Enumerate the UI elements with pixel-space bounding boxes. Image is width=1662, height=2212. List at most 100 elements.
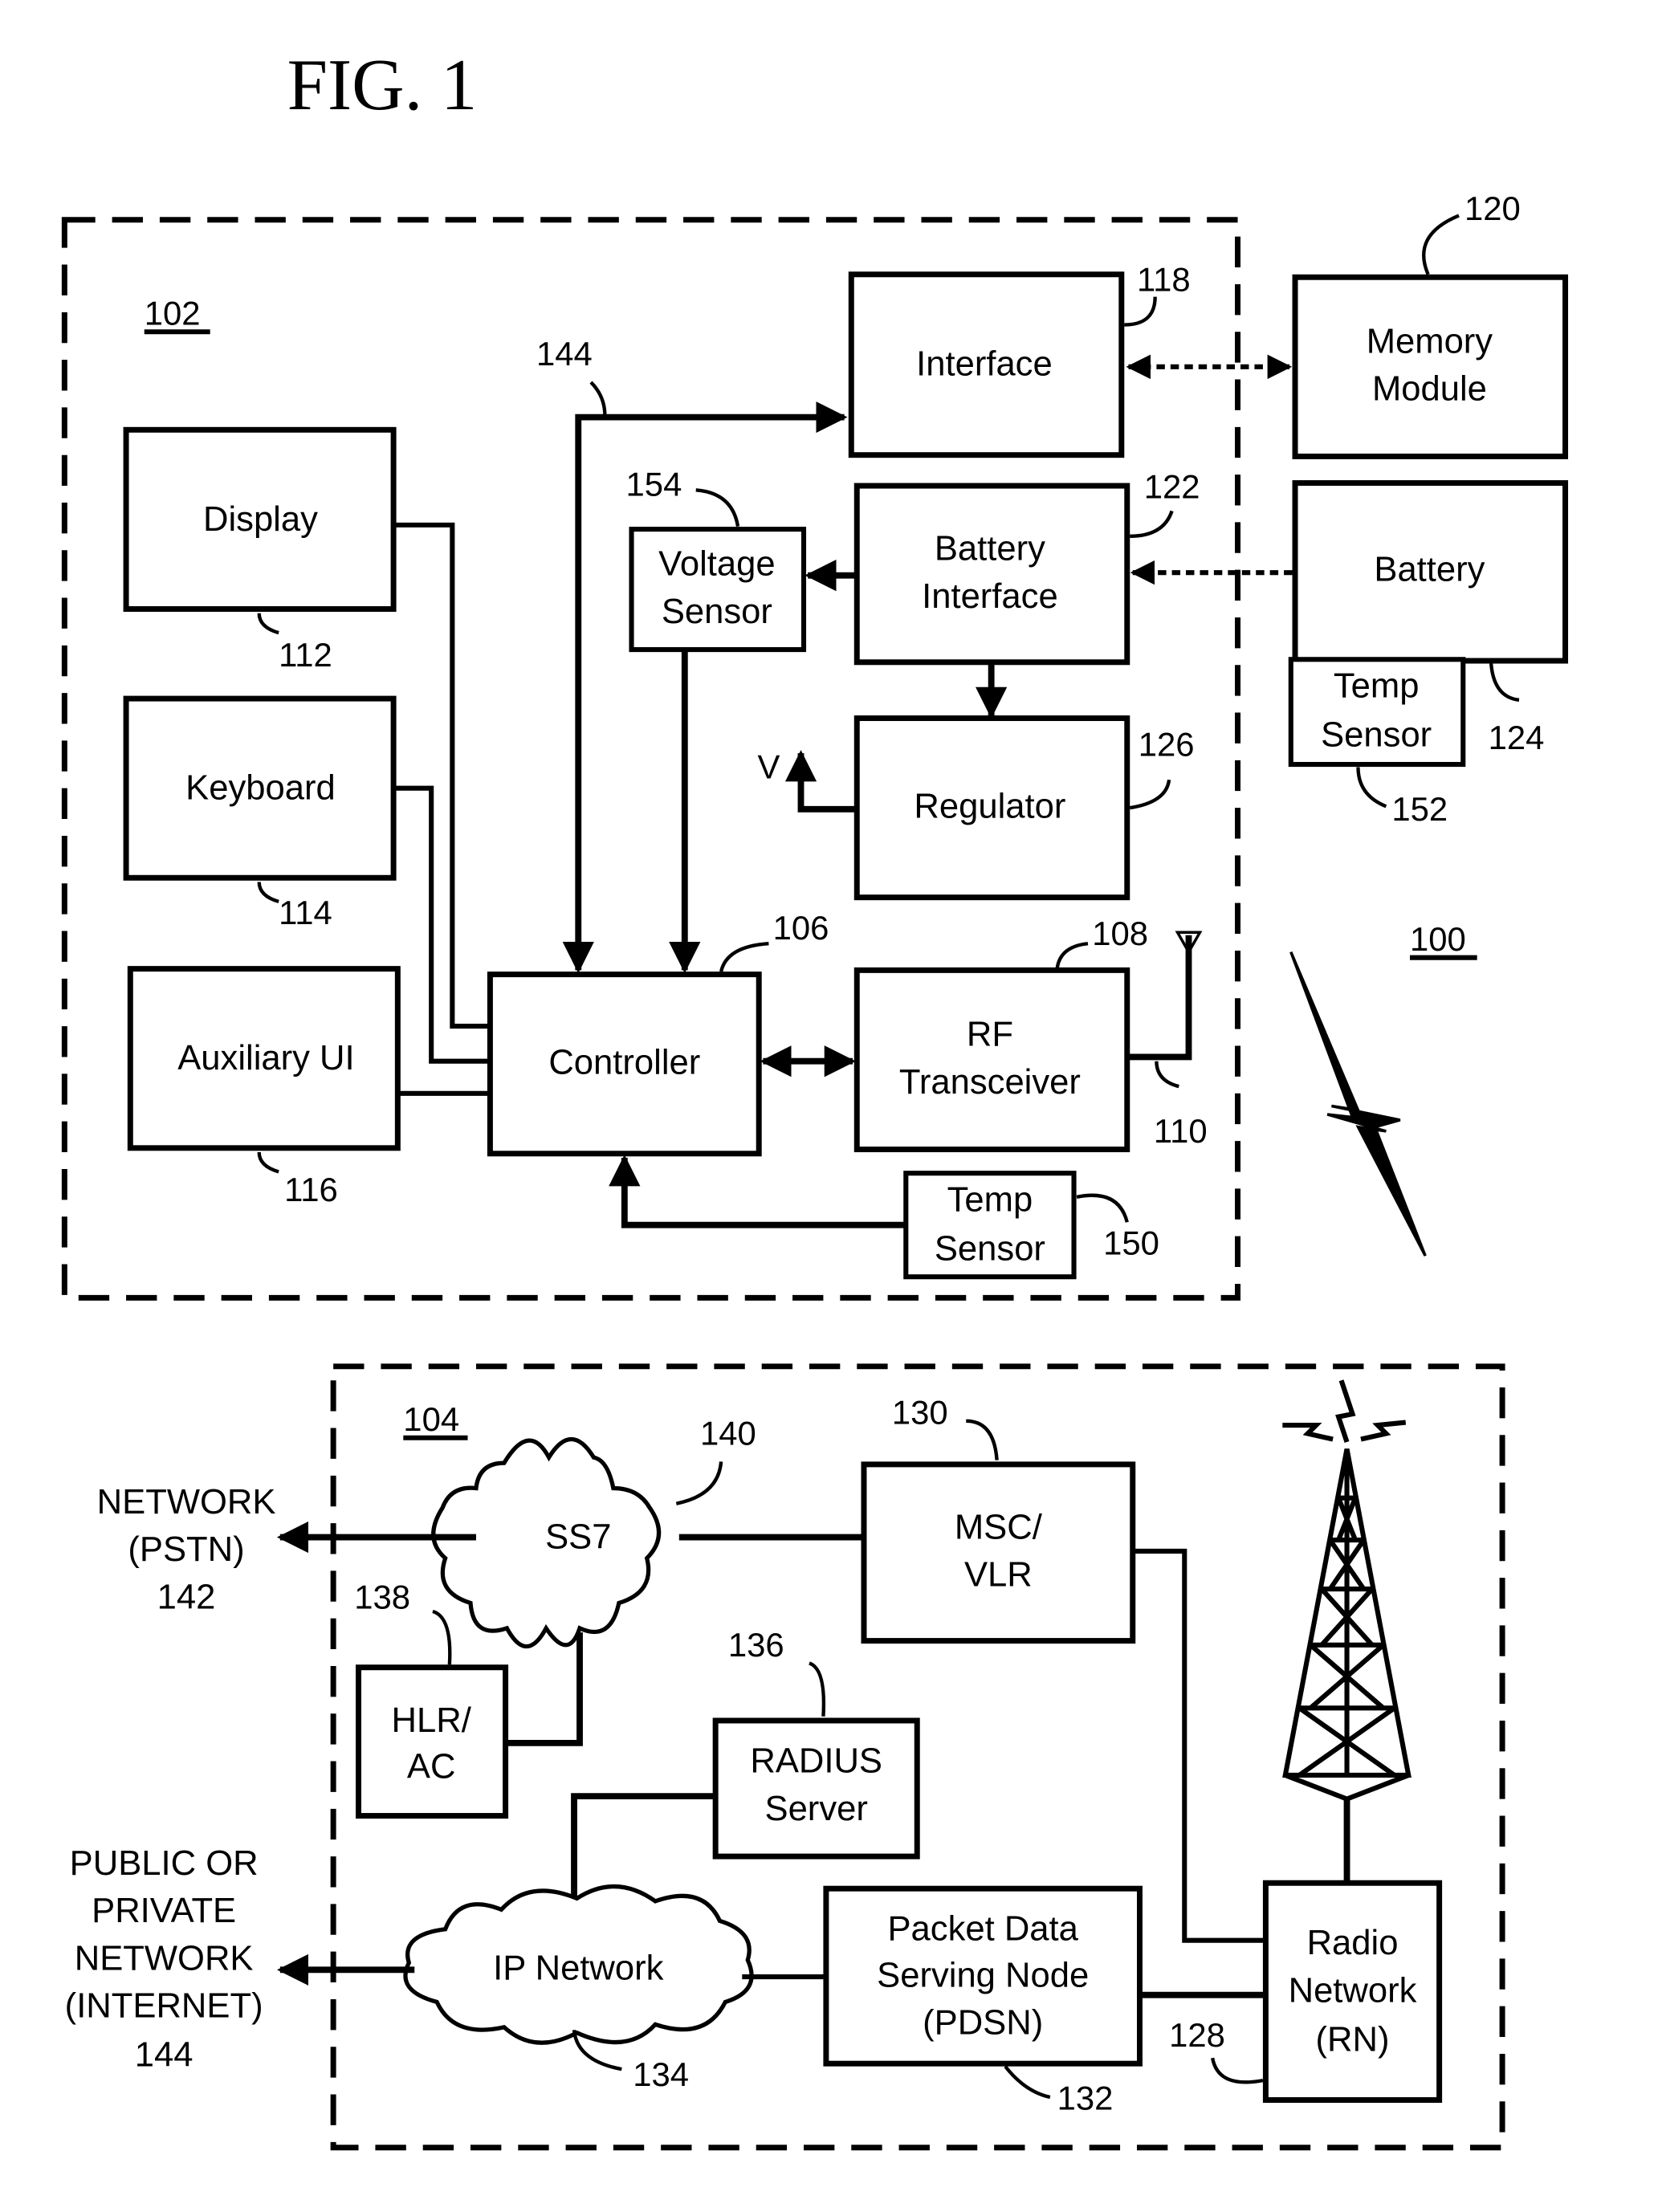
hlr-ac-block: HLR/ AC [356,1664,509,1819]
display-block: Display [123,426,397,612]
radio-network-ref: 128 [1169,2016,1225,2054]
display-leader [257,613,279,635]
radius-server-block: RADIUS Server [712,1717,920,1860]
rf-transceiver-ref: 108 [1092,915,1148,952]
bus-ref: 144 [536,335,593,373]
ss7-ref: 140 [700,1414,756,1452]
auxiliary-ui-leader [257,1151,279,1174]
rf-transceiver-block: RF Transceiver [853,967,1130,1153]
regulator-leader [1129,779,1171,810]
temp-sensor-to-controller [609,1155,906,1228]
battery-temp-sensor-ref: 152 [1391,790,1448,828]
keyboard-ref: 114 [279,894,332,931]
keyboard-to-controller-line [393,785,491,1064]
memory-module-label-2: Module [1372,370,1487,409]
hlr-ac-label-1: HLR/ [392,1701,472,1740]
pdsn-leader [1004,2065,1051,2100]
wireless-link-lightning-icon [1289,951,1427,1257]
interface-block: Interface [848,271,1125,458]
radio-network-label-2: Network [1289,1971,1417,2010]
pdsn-block: Packet Data Serving Node (PDSN) [823,1885,1143,2067]
wireless-network-ref: 104 [403,1400,459,1438]
memory-module-ref: 120 [1464,189,1521,227]
bus-controller-interface [562,401,848,974]
battery-interface-block: Battery Interface [853,483,1130,666]
hlr-ac-label-2: AC [407,1747,456,1786]
internet-ref: 144 [135,2036,193,2075]
controller-ref: 106 [773,909,829,947]
memory-module-label-1: Memory [1367,322,1493,361]
voltage-sensor-leader [695,488,740,528]
keyboard-block: Keyboard [123,695,397,881]
memory-module-block: Memory Module [1292,274,1569,459]
antenna-leader [1155,1061,1179,1089]
pstn-ref: 142 [157,1578,216,1616]
patent-figure: FIG. 1 102 Display 112 Keyboard 114 Auxi… [61,44,1569,2151]
figure-title: FIG. 1 [287,44,478,125]
radius-server-label-2: Server [765,1790,868,1828]
msc-to-rn-link [1132,1548,1266,1943]
msc-vlr-block: MSC/ VLR [861,1461,1136,1644]
internet-label-4: (INTERNET) [65,1987,263,2026]
auxiliary-ui-block: Auxiliary UI [127,966,401,1151]
display-to-controller-line [393,522,491,1029]
controller-label: Controller [548,1043,700,1082]
internet-label-1: PUBLIC OR [70,1844,259,1883]
voltage-sensor-label-1: Voltage [658,545,775,584]
keyboard-leader [257,882,279,904]
hlr-to-ss7-link [505,1632,583,1746]
display-ref: 112 [279,636,332,674]
controller-block: Controller [487,972,762,1157]
rf-transceiver-leader [1055,942,1089,970]
temp-sensor-label-2: Sensor [935,1229,1045,1268]
ss7-leader [675,1461,723,1505]
temp-sensor-leader [1076,1193,1129,1223]
battery-temp-sensor-label-1: Temp [1334,666,1420,705]
ip-network-label: IP Network [493,1949,664,1988]
msc-vlr-leader [966,1419,999,1460]
ip-network-cloud: IP Network [403,1884,754,2045]
auxiliary-ui-label: Auxiliary UI [177,1039,354,1077]
voltage-sensor-label-2: Sensor [662,593,772,631]
interface-leader [1124,296,1157,327]
regulator-label: Regulator [914,787,1065,825]
internet-label-2: PRIVATE [92,1892,236,1930]
msc-vlr-label-2: VLR [964,1556,1033,1595]
antenna-mast [1126,935,1192,1061]
regulator-voltage-output [784,750,857,813]
keyboard-label: Keyboard [185,769,336,808]
hlr-ac-leader [432,1609,452,1665]
voltage-sensor-ref: 154 [626,465,682,503]
battery-interface-label-1: Battery [935,529,1045,568]
controller-leader [719,942,769,972]
ss7-cloud: SS7 [431,1436,662,1649]
bus-leader [589,381,607,416]
mobile-device-ref: 102 [145,295,201,332]
rf-transceiver-label-2: Transceiver [899,1063,1081,1102]
battery-interface-leader [1130,510,1174,539]
regulator-output-label: V [757,748,780,785]
interface-ref: 118 [1137,261,1191,299]
battery-block: Battery [1292,480,1569,664]
pdsn-label-1: Packet Data [887,1910,1078,1949]
interface-label: Interface [916,344,1053,383]
msc-vlr-ref: 130 [892,1393,948,1431]
battery-temp-sensor-leader [1356,767,1387,809]
regulator-ref: 126 [1139,726,1195,764]
voltage-sensor-block: Voltage Sensor [629,527,807,653]
pdsn-label-2: Serving Node [877,1956,1089,1994]
ss7-label: SS7 [545,1518,611,1557]
radio-network-label-1: Radio [1307,1924,1399,1962]
hlr-ac-ref: 138 [354,1578,410,1615]
memory-module-leader [1422,214,1460,275]
internet-label-3: NETWORK [75,1939,254,1978]
radius-server-leader [809,1661,826,1717]
msc-vlr-label-1: MSC/ [955,1508,1043,1546]
battery-interface-ref: 122 [1144,468,1200,506]
pstn-label-2: (PSTN) [128,1530,244,1569]
temp-sensor-block: Temp Sensor [903,1171,1077,1280]
radio-network-label-3: (RN) [1316,2020,1390,2059]
battery-temp-sensor-block: Temp Sensor [1288,657,1466,768]
radius-server-label-1: RADIUS [750,1741,882,1780]
display-label: Display [203,500,318,539]
